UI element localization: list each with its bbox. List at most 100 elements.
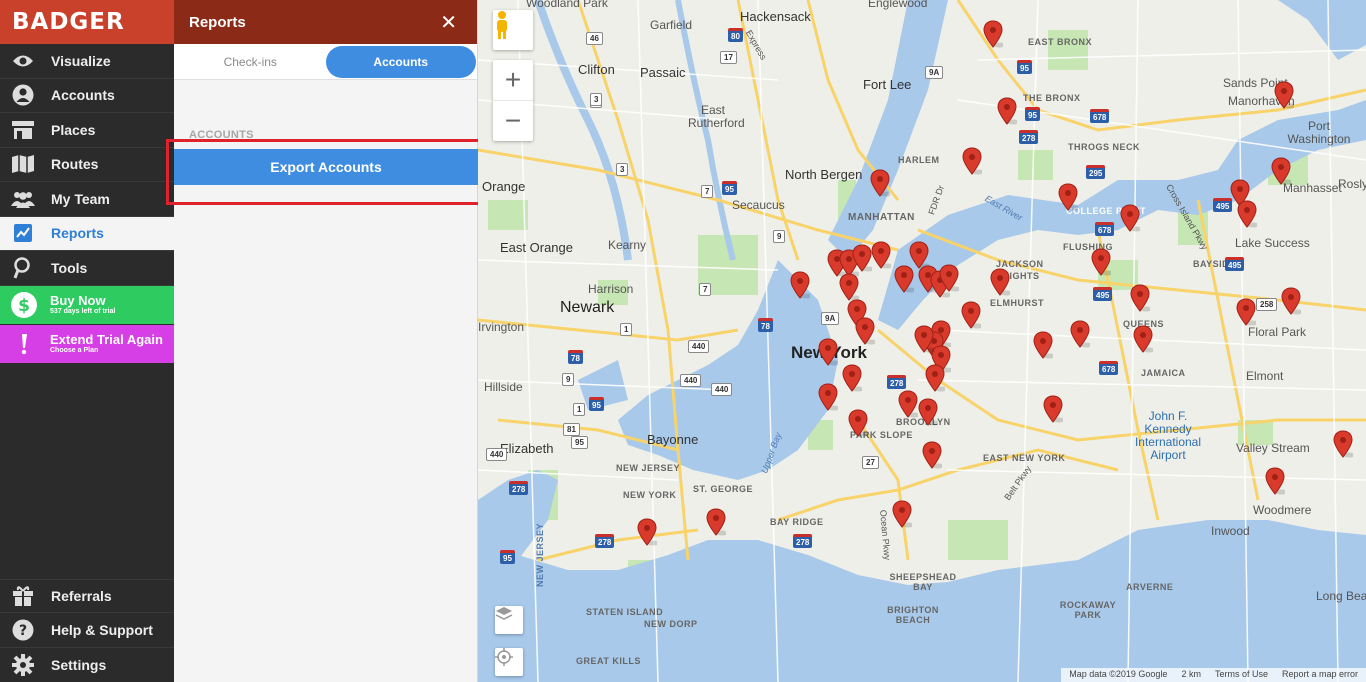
interstate-shield: 278 bbox=[509, 481, 529, 495]
zoom-out-button[interactable]: − bbox=[493, 101, 533, 141]
map-label: Secaucus bbox=[732, 198, 785, 212]
sidebar-item-reports[interactable]: Reports bbox=[0, 216, 174, 251]
map-label: NEW JERSEY bbox=[616, 463, 681, 473]
map-pin-icon[interactable] bbox=[918, 398, 938, 426]
zoom-in-button[interactable]: + bbox=[493, 61, 533, 101]
map-pin-icon[interactable] bbox=[961, 301, 981, 329]
buy-now-button[interactable]: $ Buy Now 537 days left of trial bbox=[0, 285, 174, 325]
sidebar-item-referrals[interactable]: Referrals bbox=[0, 578, 174, 613]
route-shield: 1 bbox=[620, 323, 633, 336]
sidebar-item-label: Tools bbox=[51, 259, 88, 276]
map-pin-icon[interactable] bbox=[1033, 331, 1053, 359]
map-pin-icon[interactable] bbox=[1058, 183, 1078, 211]
map-icon bbox=[11, 154, 35, 174]
map-label: NEW JERSEY bbox=[535, 522, 546, 588]
map-pin-icon[interactable] bbox=[925, 364, 945, 392]
street-view-pegman[interactable] bbox=[493, 10, 533, 50]
gift-icon bbox=[11, 586, 35, 606]
map-label: EAST BRONX bbox=[1028, 37, 1093, 47]
map-pin-icon[interactable] bbox=[962, 147, 982, 175]
sidebar-item-places[interactable]: Places bbox=[0, 113, 174, 148]
map-attribution: Map data ©2019 Google 2 km Terms of Use … bbox=[1061, 668, 1366, 682]
buy-now-subtitle: 537 days left of trial bbox=[50, 307, 116, 315]
map-pin-icon[interactable] bbox=[898, 390, 918, 418]
layers-button[interactable] bbox=[495, 606, 523, 634]
route-shield: 81 bbox=[563, 423, 580, 436]
map-pin-icon[interactable] bbox=[871, 241, 891, 269]
map-pin-icon[interactable] bbox=[1130, 284, 1150, 312]
section-label: ACCOUNTS bbox=[189, 129, 254, 141]
sidebar-item-settings[interactable]: Settings bbox=[0, 648, 174, 682]
map-pin-icon[interactable] bbox=[870, 169, 890, 197]
my-location-button[interactable] bbox=[495, 648, 523, 676]
map-pin-icon[interactable] bbox=[1333, 430, 1353, 458]
map-pin-icon[interactable] bbox=[1091, 248, 1111, 276]
route-shield: 9A bbox=[821, 312, 840, 325]
map-pin-icon[interactable] bbox=[1236, 298, 1256, 326]
map-label: Long Bea bbox=[1316, 589, 1366, 603]
tab-check-ins[interactable]: Check-ins bbox=[175, 46, 326, 78]
tab-accounts[interactable]: Accounts bbox=[325, 45, 476, 78]
sidebar-item-label: Reports bbox=[51, 225, 104, 242]
map-pin-icon[interactable] bbox=[1265, 467, 1285, 495]
sidebar-item-routes[interactable]: Routes bbox=[0, 148, 174, 182]
map-pin-icon[interactable] bbox=[1133, 325, 1153, 353]
route-shield: 95 bbox=[571, 436, 588, 449]
map-view[interactable]: Woodland Park Garfield Hackensack Englew… bbox=[478, 0, 1366, 682]
map-pin-icon[interactable] bbox=[892, 500, 912, 528]
sidebar-item-my-team[interactable]: My Team bbox=[0, 182, 174, 217]
route-shield: 9 bbox=[773, 230, 786, 243]
map-pin-icon[interactable] bbox=[914, 325, 934, 353]
map-label: JAMAICA bbox=[1141, 368, 1186, 378]
sidebar-item-accounts[interactable]: Accounts bbox=[0, 79, 174, 113]
map-label: Woodmere bbox=[1253, 503, 1312, 517]
map-label: Garfield bbox=[650, 18, 693, 32]
map-pin-icon[interactable] bbox=[818, 338, 838, 366]
brand-logo[interactable]: BADGER bbox=[0, 0, 174, 44]
map-label: HARLEM bbox=[898, 155, 940, 165]
interstate-shield: 278 bbox=[595, 534, 615, 548]
sidebar-item-visualize[interactable]: Visualize bbox=[0, 44, 174, 79]
map-label: BAY RIDGE bbox=[770, 517, 824, 527]
map-pin-icon[interactable] bbox=[637, 518, 657, 546]
export-accounts-button[interactable]: Export Accounts bbox=[174, 149, 478, 185]
map-pin-icon[interactable] bbox=[997, 97, 1017, 125]
map-pin-icon[interactable] bbox=[939, 264, 959, 292]
panel-header: Reports ✕ bbox=[174, 0, 477, 44]
sidebar-item-tools[interactable]: Tools bbox=[0, 251, 174, 286]
map-pin-icon[interactable] bbox=[706, 508, 726, 536]
map-label: Irvington bbox=[478, 320, 525, 334]
map-pin-icon[interactable] bbox=[1043, 395, 1063, 423]
map-pin-icon[interactable] bbox=[790, 271, 810, 299]
map-label: STATEN ISLAND bbox=[586, 607, 664, 617]
map-pin-icon[interactable] bbox=[852, 244, 872, 272]
map-pin-icon[interactable] bbox=[839, 273, 859, 301]
map-label: East Orange bbox=[500, 240, 573, 255]
map-pin-icon[interactable] bbox=[1271, 157, 1291, 185]
map-pin-icon[interactable] bbox=[842, 364, 862, 392]
map-label: NEW YORK bbox=[623, 490, 677, 500]
map-pin-icon[interactable] bbox=[818, 383, 838, 411]
report-error-link[interactable]: Report a map error bbox=[1282, 669, 1358, 681]
map-pin-icon[interactable] bbox=[990, 268, 1010, 296]
extend-trial-button[interactable]: Extend Trial Again Choose a Plan bbox=[0, 324, 174, 364]
interstate-shield: 95 bbox=[589, 397, 604, 411]
close-icon[interactable]: ✕ bbox=[440, 10, 457, 35]
terms-link[interactable]: Terms of Use bbox=[1215, 669, 1268, 681]
map-pin-icon[interactable] bbox=[848, 409, 868, 437]
map-pin-icon[interactable] bbox=[1281, 287, 1301, 315]
map-pin-icon[interactable] bbox=[894, 265, 914, 293]
map-pin-icon[interactable] bbox=[1120, 204, 1140, 232]
map-pin-icon[interactable] bbox=[922, 441, 942, 469]
map-pin-icon[interactable] bbox=[1274, 81, 1294, 109]
interstate-shield: 278 bbox=[1019, 130, 1039, 144]
sidebar-item-help-support[interactable]: ? Help & Support bbox=[0, 613, 174, 648]
map-pin-icon[interactable] bbox=[1070, 320, 1090, 348]
map-pin-icon[interactable] bbox=[983, 20, 1003, 48]
zoom-control: + − bbox=[493, 60, 533, 141]
map-pin-icon[interactable] bbox=[855, 317, 875, 345]
map-label: Elmont bbox=[1246, 369, 1284, 383]
sidebar-item-label: Accounts bbox=[51, 87, 115, 104]
map-pin-icon[interactable] bbox=[1237, 200, 1257, 228]
route-shield: 258 bbox=[1256, 298, 1278, 311]
